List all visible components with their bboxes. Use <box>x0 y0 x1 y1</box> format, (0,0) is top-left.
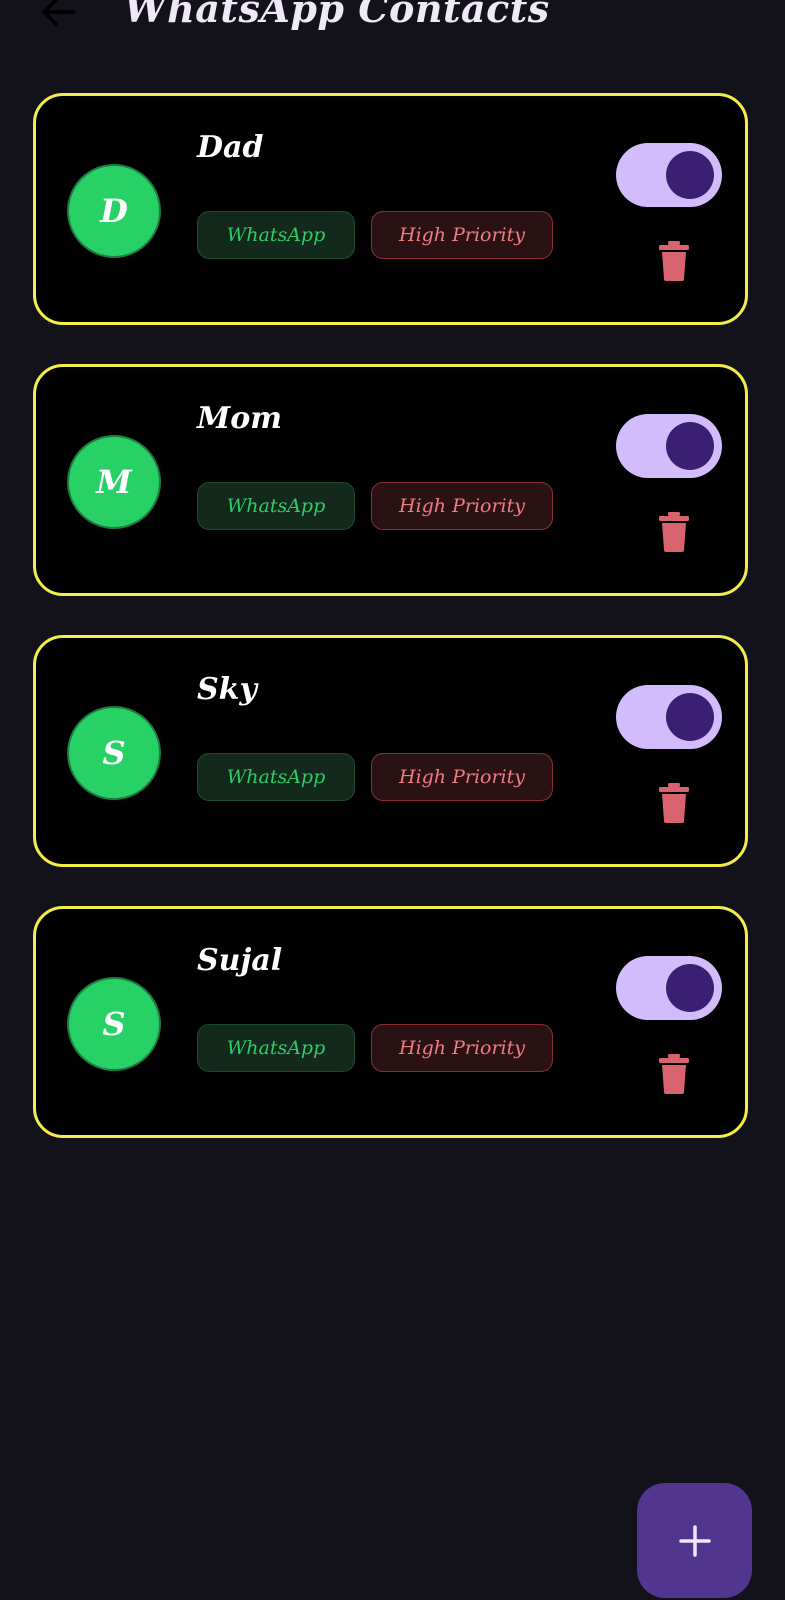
contact-name: Sky <box>197 672 257 707</box>
avatar: S <box>67 706 161 800</box>
trash-icon <box>659 1054 689 1094</box>
avatar: S <box>67 977 161 1071</box>
delete-button[interactable] <box>654 238 694 284</box>
contact-card: S Sky WhatsApp High Priority <box>33 635 748 867</box>
avatar: M <box>67 435 161 529</box>
arrow-left-icon <box>42 0 76 26</box>
enable-toggle[interactable] <box>616 414 722 478</box>
whatsapp-badge: WhatsApp <box>197 482 355 530</box>
toggle-knob <box>666 693 714 741</box>
enable-toggle[interactable] <box>616 685 722 749</box>
top-app-bar: WhatsApp Contacts <box>0 0 785 50</box>
whatsapp-badge: WhatsApp <box>197 211 355 259</box>
contact-list: D Dad WhatsApp High Priority M Mom Whats… <box>33 93 752 1177</box>
whatsapp-badge: WhatsApp <box>197 753 355 801</box>
back-button[interactable] <box>36 0 80 30</box>
delete-button[interactable] <box>654 780 694 826</box>
priority-badge: High Priority <box>371 1024 553 1072</box>
page-title: WhatsApp Contacts <box>124 0 550 31</box>
delete-button[interactable] <box>654 1051 694 1097</box>
toggle-knob <box>666 151 714 199</box>
enable-toggle[interactable] <box>616 143 722 207</box>
priority-badge: High Priority <box>371 211 553 259</box>
enable-toggle[interactable] <box>616 956 722 1020</box>
contact-card: S Sujal WhatsApp High Priority <box>33 906 748 1138</box>
priority-badge: High Priority <box>371 482 553 530</box>
avatar: D <box>67 164 161 258</box>
priority-badge: High Priority <box>371 753 553 801</box>
delete-button[interactable] <box>654 509 694 555</box>
contact-name: Mom <box>197 401 282 436</box>
plus-icon <box>678 1524 711 1557</box>
trash-icon <box>659 783 689 823</box>
toggle-knob <box>666 964 714 1012</box>
contact-card: D Dad WhatsApp High Priority <box>33 93 748 325</box>
whatsapp-badge: WhatsApp <box>197 1024 355 1072</box>
toggle-knob <box>666 422 714 470</box>
contact-card: M Mom WhatsApp High Priority <box>33 364 748 596</box>
contact-name: Sujal <box>197 943 283 978</box>
add-contact-button[interactable] <box>637 1483 752 1598</box>
trash-icon <box>659 241 689 281</box>
trash-icon <box>659 512 689 552</box>
contact-name: Dad <box>197 130 264 165</box>
